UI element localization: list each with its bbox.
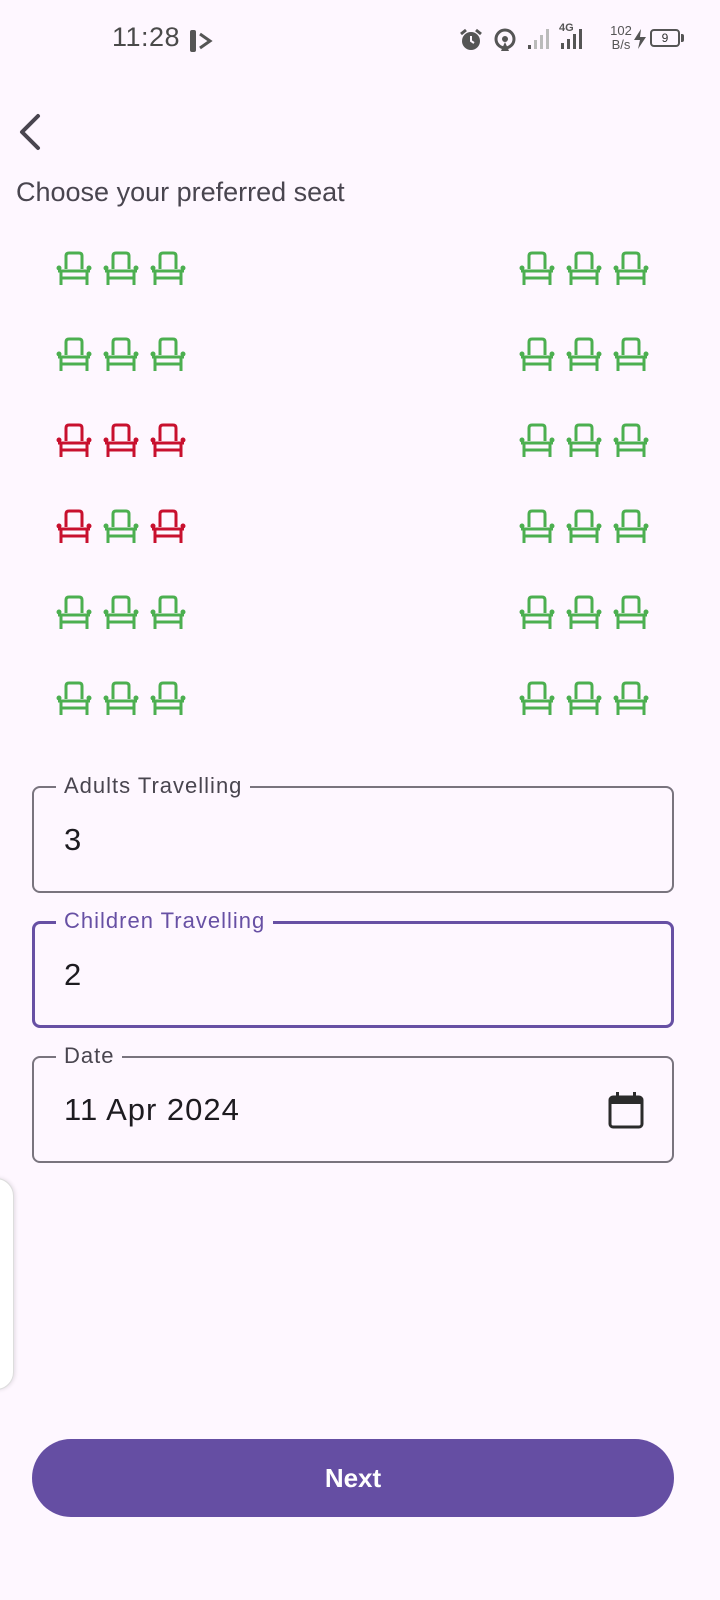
seat-icon[interactable]: [148, 678, 188, 718]
seat-icon[interactable]: [564, 248, 604, 288]
date-field[interactable]: Date: [32, 1041, 674, 1163]
calendar-icon[interactable]: [606, 1090, 646, 1130]
adults-input[interactable]: [64, 788, 592, 891]
seat-icon[interactable]: [101, 678, 141, 718]
seat-icon[interactable]: [564, 334, 604, 374]
seat-icon[interactable]: [611, 592, 651, 632]
children-field[interactable]: Children Travelling: [32, 906, 674, 1028]
seat-icon[interactable]: [611, 506, 651, 546]
seat-icon[interactable]: [611, 334, 651, 374]
seat-map: [0, 0, 720, 760]
seat-icon[interactable]: [101, 248, 141, 288]
seat-icon[interactable]: [54, 420, 94, 460]
seat-icon[interactable]: [517, 334, 557, 374]
seat-icon[interactable]: [611, 678, 651, 718]
seat-icon[interactable]: [611, 420, 651, 460]
edge-panel-handle[interactable]: [0, 1178, 14, 1390]
seat-icon[interactable]: [148, 420, 188, 460]
seat-icon[interactable]: [564, 678, 604, 718]
next-button[interactable]: Next: [32, 1439, 674, 1517]
seat-icon[interactable]: [148, 506, 188, 546]
seat-icon[interactable]: [517, 248, 557, 288]
seat-icon[interactable]: [101, 592, 141, 632]
seat-icon[interactable]: [564, 592, 604, 632]
seat-icon[interactable]: [54, 592, 94, 632]
seat-icon[interactable]: [148, 248, 188, 288]
seat-icon[interactable]: [101, 506, 141, 546]
seat-icon[interactable]: [517, 420, 557, 460]
seat-icon[interactable]: [54, 506, 94, 546]
seat-icon[interactable]: [564, 506, 604, 546]
children-input[interactable]: [64, 924, 591, 1025]
seat-icon[interactable]: [611, 248, 651, 288]
seat-icon[interactable]: [517, 506, 557, 546]
seat-icon[interactable]: [564, 420, 604, 460]
seat-icon[interactable]: [517, 678, 557, 718]
seat-icon[interactable]: [54, 248, 94, 288]
seat-icon[interactable]: [148, 334, 188, 374]
seat-icon[interactable]: [148, 592, 188, 632]
date-input[interactable]: [64, 1058, 592, 1161]
seat-icon[interactable]: [101, 420, 141, 460]
adults-field[interactable]: Adults Travelling: [32, 771, 674, 893]
seat-icon[interactable]: [101, 334, 141, 374]
seat-icon[interactable]: [517, 592, 557, 632]
seat-icon[interactable]: [54, 678, 94, 718]
seat-icon[interactable]: [54, 334, 94, 374]
